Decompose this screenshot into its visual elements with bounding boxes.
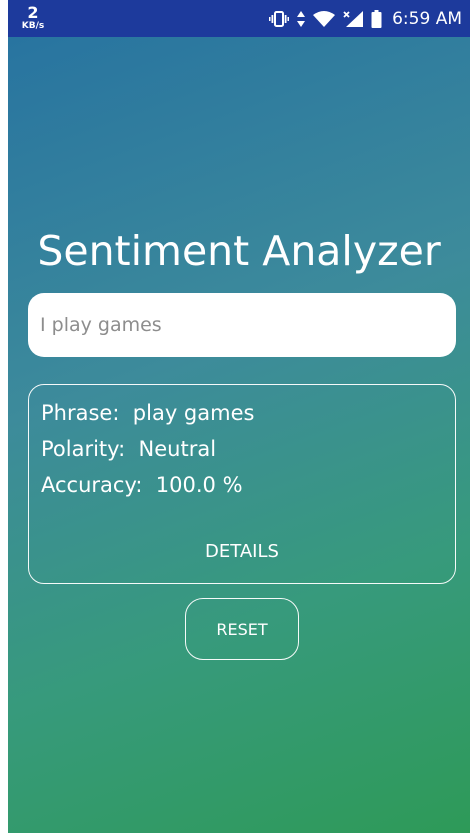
phrase-line: Phrase: play games [41,399,254,427]
polarity-value: Neutral [138,437,217,461]
accuracy-label: Accuracy: [41,473,143,497]
result-card: Phrase: play games Polarity: Neutral Acc… [28,384,456,584]
status-time: 6:59 AM [392,8,462,29]
polarity-label: Polarity: [41,437,126,461]
phrase-label: Phrase: [41,401,120,425]
battery-icon [371,9,382,28]
accuracy-line: Accuracy: 100.0 % [41,471,243,499]
wifi-icon [313,10,336,28]
polarity-line: Polarity: Neutral [41,435,216,463]
app-content: Sentiment Analyzer Phrase: play games Po… [8,37,470,833]
phone-screen: 2 KB/s 6:59 AM Sentiment Analyzer I play… [8,0,470,833]
accuracy-value: 100.0 % [155,473,243,497]
phrase-value: play games [132,401,255,425]
status-bar: 2 KB/s 6:59 AM [8,0,470,37]
app-title: Sentiment Analyzer [37,227,441,275]
network-speed-value: 2 [27,3,39,22]
details-button[interactable]: DETAILS [29,535,455,567]
reset-button[interactable]: RESET [185,598,299,660]
vibrate-icon [269,10,290,28]
data-transfer-icon [296,10,306,28]
phrase-input[interactable] [28,293,456,357]
network-speed-unit: KB/s [21,21,45,31]
status-icons: 6:59 AM [269,0,462,37]
network-speed: 2 KB/s [18,5,48,31]
signal-icon [342,10,364,28]
